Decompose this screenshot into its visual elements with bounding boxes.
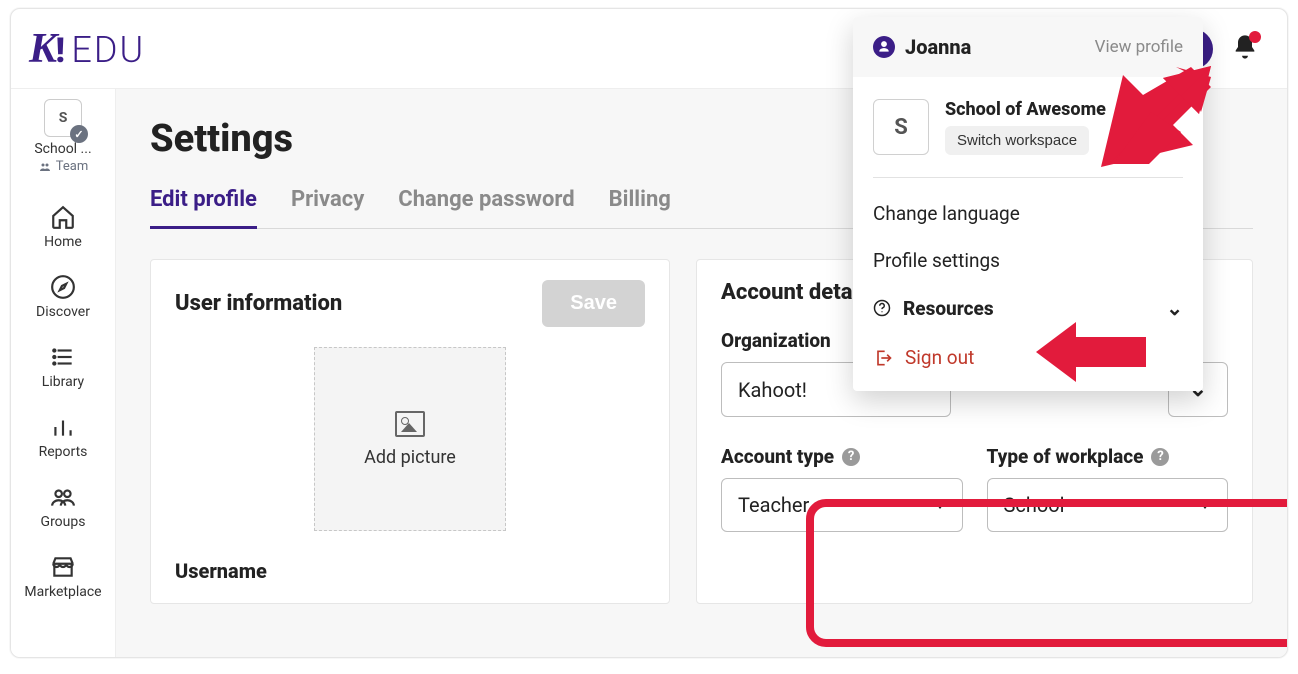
add-picture-label: Add picture — [364, 447, 456, 468]
workspace-name: School ... — [34, 141, 91, 157]
team-label: Team — [56, 159, 89, 174]
account-type-label: Account type — [721, 445, 834, 468]
team-icon — [38, 161, 52, 173]
help-icon[interactable]: ? — [1151, 448, 1169, 466]
question-icon — [873, 299, 891, 317]
add-picture-box[interactable]: Add picture — [314, 347, 506, 531]
user-icon — [873, 36, 895, 58]
card-title: User information — [175, 291, 342, 316]
sidebar-item-label: Library — [42, 374, 84, 390]
account-type-select[interactable]: Teacher — [721, 478, 963, 532]
username-label: Username — [175, 559, 645, 583]
sign-out-label: Sign out — [905, 346, 974, 369]
workplace-value: School — [1004, 493, 1065, 517]
home-icon — [50, 204, 76, 230]
tab-edit-profile[interactable]: Edit profile — [150, 187, 257, 229]
team-indicator: Team — [38, 159, 89, 174]
profile-dropdown: Joanna View profile S School of Awesome … — [853, 17, 1203, 391]
dropdown-workspace: S School of Awesome Switch workspace — [873, 91, 1183, 171]
logo-excl: ! — [56, 31, 66, 71]
view-profile-link[interactable]: View profile — [1095, 37, 1183, 57]
sidebar-item-label: Discover — [36, 304, 90, 320]
notification-dot — [1249, 31, 1261, 43]
sidebar-workspace[interactable]: S ✓ School ... Team — [34, 99, 91, 174]
sidebar-item-label: Reports — [39, 444, 88, 460]
sidebar-item-groups[interactable]: Groups — [11, 484, 115, 530]
app-frame: K ! EDU Create S ✓ School ... — [10, 8, 1288, 658]
workspace-tile: S ✓ — [44, 99, 82, 137]
image-icon — [395, 411, 425, 437]
sidebar-item-home[interactable]: Home — [11, 204, 115, 250]
logo-edu: EDU — [71, 29, 145, 71]
store-icon — [50, 554, 76, 580]
change-language-label: Change language — [873, 202, 1020, 225]
notifications-button[interactable] — [1231, 33, 1259, 65]
caret-down-icon — [1199, 501, 1211, 509]
sign-out-icon — [873, 348, 893, 368]
separator — [873, 177, 1183, 178]
sidebar-item-reports[interactable]: Reports — [11, 414, 115, 460]
logo-k: K — [29, 25, 58, 73]
sidebar-item-label: Marketplace — [24, 584, 101, 600]
switch-workspace-button[interactable]: Switch workspace — [945, 126, 1089, 155]
tab-change-password[interactable]: Change password — [398, 187, 574, 228]
workspace-tile: S — [873, 99, 929, 155]
save-button[interactable]: Save — [542, 280, 645, 327]
organization-label: Organization — [721, 329, 831, 352]
sidebar-item-label: Groups — [41, 514, 86, 530]
tab-billing[interactable]: Billing — [609, 187, 671, 228]
account-type-value: Teacher — [738, 493, 809, 517]
sidebar-item-label: Home — [44, 234, 82, 250]
resources-label: Resources — [903, 297, 994, 320]
help-icon[interactable]: ? — [842, 448, 860, 466]
dropdown-username: Joanna — [905, 35, 971, 59]
organization-value: Kahoot! — [738, 378, 807, 402]
bar-chart-icon — [50, 414, 76, 440]
user-information-card: User information Save Add picture Userna… — [150, 259, 670, 604]
profile-settings-item[interactable]: Profile settings — [873, 237, 1183, 284]
brand-logo: K ! EDU — [29, 25, 145, 73]
resources-item[interactable]: Resources ⌄ — [873, 284, 1183, 332]
workplace-label: Type of workplace — [987, 445, 1144, 468]
workplace-select[interactable]: School — [987, 478, 1229, 532]
change-language-item[interactable]: Change language — [873, 190, 1183, 237]
chevron-down-icon: ✓ — [70, 125, 88, 143]
profile-settings-label: Profile settings — [873, 249, 1000, 272]
groups-icon — [50, 484, 76, 510]
chevron-down-icon: ⌄ — [1166, 296, 1183, 320]
sidebar: S ✓ School ... Team Home Discover Librar — [11, 89, 116, 657]
caret-down-icon — [934, 501, 946, 509]
tab-privacy[interactable]: Privacy — [291, 187, 364, 228]
dropdown-header: Joanna View profile — [853, 17, 1203, 77]
sidebar-item-marketplace[interactable]: Marketplace — [11, 554, 115, 600]
sidebar-item-library[interactable]: Library — [11, 344, 115, 390]
list-icon — [50, 344, 76, 370]
sign-out-item[interactable]: Sign out — [873, 332, 1183, 387]
sidebar-item-discover[interactable]: Discover — [11, 274, 115, 320]
workspace-name: School of Awesome — [945, 99, 1106, 120]
compass-icon — [50, 274, 76, 300]
workspace-letter: S — [59, 110, 68, 126]
